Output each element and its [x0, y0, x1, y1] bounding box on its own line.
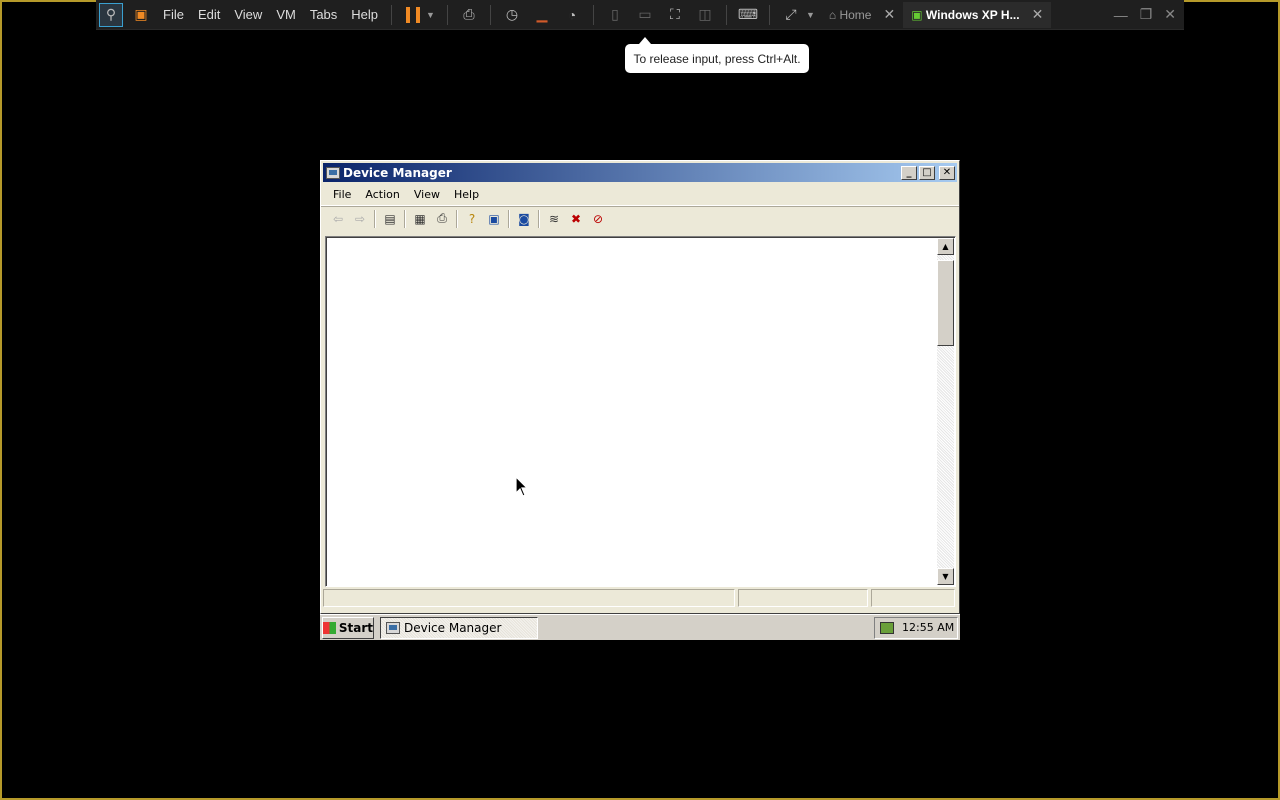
vmware-logo-icon[interactable]: ▣: [129, 3, 153, 27]
separator: [725, 4, 727, 25]
taskbar-item-device-manager[interactable]: Device Manager: [380, 616, 538, 639]
menu-bar: File Action View Help: [321, 184, 959, 206]
separator: [768, 4, 770, 25]
start-label: Start: [338, 620, 373, 635]
title-bar[interactable]: Device Manager _ □ ✕: [323, 163, 957, 182]
library-view-icon[interactable]: ▯: [603, 3, 627, 27]
status-panel: [738, 589, 868, 607]
menu-help[interactable]: Help: [447, 188, 486, 201]
vm-menu-edit[interactable]: Edit: [191, 7, 227, 22]
disable-device-icon[interactable]: ✖: [565, 209, 587, 229]
separator: [404, 209, 406, 228]
minimize-button[interactable]: _: [901, 165, 917, 180]
tab-windows-xp-label: Windows XP H...: [925, 7, 1020, 22]
update-driver-icon[interactable]: ≋: [543, 209, 565, 229]
back-icon[interactable]: ⇦: [327, 209, 349, 229]
separator: [374, 209, 376, 228]
thumbnail-view-icon[interactable]: ▭: [633, 3, 657, 27]
stretch-icon[interactable]: ⤢: [779, 3, 803, 27]
status-bar: [323, 589, 957, 609]
host-window-controls: — ❐ ✕: [1114, 6, 1184, 23]
separator: [508, 209, 510, 228]
close-button[interactable]: ✕: [939, 165, 955, 180]
separator: [456, 209, 458, 228]
maximize-icon[interactable]: ❐: [1140, 6, 1153, 23]
tab-home-label: Home: [839, 7, 872, 22]
help-icon[interactable]: ?: [461, 209, 483, 229]
unity-icon[interactable]: ◫: [693, 3, 717, 27]
guest-screen: Device Manager _ □ ✕ File Action View He…: [320, 160, 960, 640]
console-icon[interactable]: ⌨: [736, 3, 760, 27]
vm-menu-file[interactable]: File: [156, 7, 191, 22]
vertical-scrollbar[interactable]: ▲ ▼: [937, 238, 954, 585]
separator: [592, 4, 594, 25]
separator: [489, 4, 491, 25]
scroll-down-icon[interactable]: ▼: [937, 568, 954, 585]
revert-snapshot-icon[interactable]: ▁: [530, 3, 554, 27]
pause-icon[interactable]: [406, 6, 421, 23]
vm-menu-view[interactable]: View: [227, 7, 269, 22]
clock[interactable]: 12:55 AM: [902, 621, 954, 634]
home-icon: ⌂: [828, 7, 840, 22]
uninstall-device-icon[interactable]: ⊘: [587, 209, 609, 229]
properties-icon[interactable]: ▦: [409, 209, 431, 229]
maximize-button[interactable]: □: [919, 165, 935, 180]
close-icon[interactable]: ✕: [1164, 6, 1176, 23]
vm-tab-icon: ▣: [911, 7, 926, 22]
close-icon[interactable]: ✕: [883, 6, 895, 23]
separator: [446, 4, 448, 25]
snapshot-manager-icon[interactable]: ◔: [560, 3, 584, 27]
vmware-toolbar: ⚲ ▣ File Edit View VM Tabs Help ▼ ⎙ ◷ ▁ …: [96, 0, 1184, 30]
chevron-down-icon[interactable]: ▼: [426, 10, 435, 20]
vm-menu-tabs[interactable]: Tabs: [303, 7, 344, 22]
mouse-cursor-icon: [515, 476, 529, 497]
status-panel: [323, 589, 735, 607]
system-tray: 12:55 AM: [874, 616, 958, 639]
tab-home[interactable]: ⌂ Home ✕: [821, 2, 903, 28]
show-hide-tree-icon[interactable]: ▤: [379, 209, 401, 229]
separator: [538, 209, 540, 228]
view-icon[interactable]: ▣: [483, 209, 505, 229]
toolbar: ⇦ ⇨ ▤ ▦ ⎙ ? ▣ ◙ ≋ ✖ ⊘: [321, 206, 959, 231]
window-title: Device Manager: [343, 165, 452, 180]
menu-file[interactable]: File: [326, 188, 358, 201]
taskbar: Start Device Manager 12:55 AM: [320, 614, 960, 640]
status-panel: [871, 589, 955, 607]
scroll-up-icon[interactable]: ▲: [937, 238, 954, 255]
windows-logo-icon: [323, 621, 336, 634]
chevron-down-icon[interactable]: ▼: [806, 10, 815, 20]
release-input-tooltip: To release input, press Ctrl+Alt.: [625, 37, 809, 73]
full-screen-icon[interactable]: ⛶: [663, 3, 687, 27]
computer-icon: [326, 166, 340, 179]
device-tree-pane[interactable]: ▲ ▼: [325, 236, 956, 587]
vm-menu-vm[interactable]: VM: [269, 7, 303, 22]
send-ctrl-alt-del-icon[interactable]: ⎙: [457, 3, 481, 27]
device-manager-window: Device Manager _ □ ✕ File Action View He…: [320, 160, 960, 614]
tab-windows-xp[interactable]: ▣ Windows XP H... ✕: [903, 1, 1052, 28]
print-icon[interactable]: ⎙: [431, 209, 453, 229]
menu-action[interactable]: Action: [358, 188, 406, 201]
start-button[interactable]: Start: [322, 616, 374, 639]
taskbar-item-label: Device Manager: [404, 620, 502, 635]
separator: [391, 4, 393, 25]
minimize-icon[interactable]: —: [1114, 7, 1128, 23]
scan-hardware-icon[interactable]: ◙: [513, 209, 535, 229]
scroll-thumb[interactable]: [937, 260, 954, 346]
snapshot-icon[interactable]: ◷: [500, 3, 524, 27]
pin-icon[interactable]: ⚲: [99, 2, 123, 27]
menu-view[interactable]: View: [407, 188, 447, 201]
network-icon[interactable]: [880, 621, 894, 634]
close-icon[interactable]: ✕: [1032, 6, 1044, 23]
computer-icon: [386, 621, 400, 634]
vm-menu-help[interactable]: Help: [344, 7, 385, 22]
forward-icon[interactable]: ⇨: [349, 209, 371, 229]
